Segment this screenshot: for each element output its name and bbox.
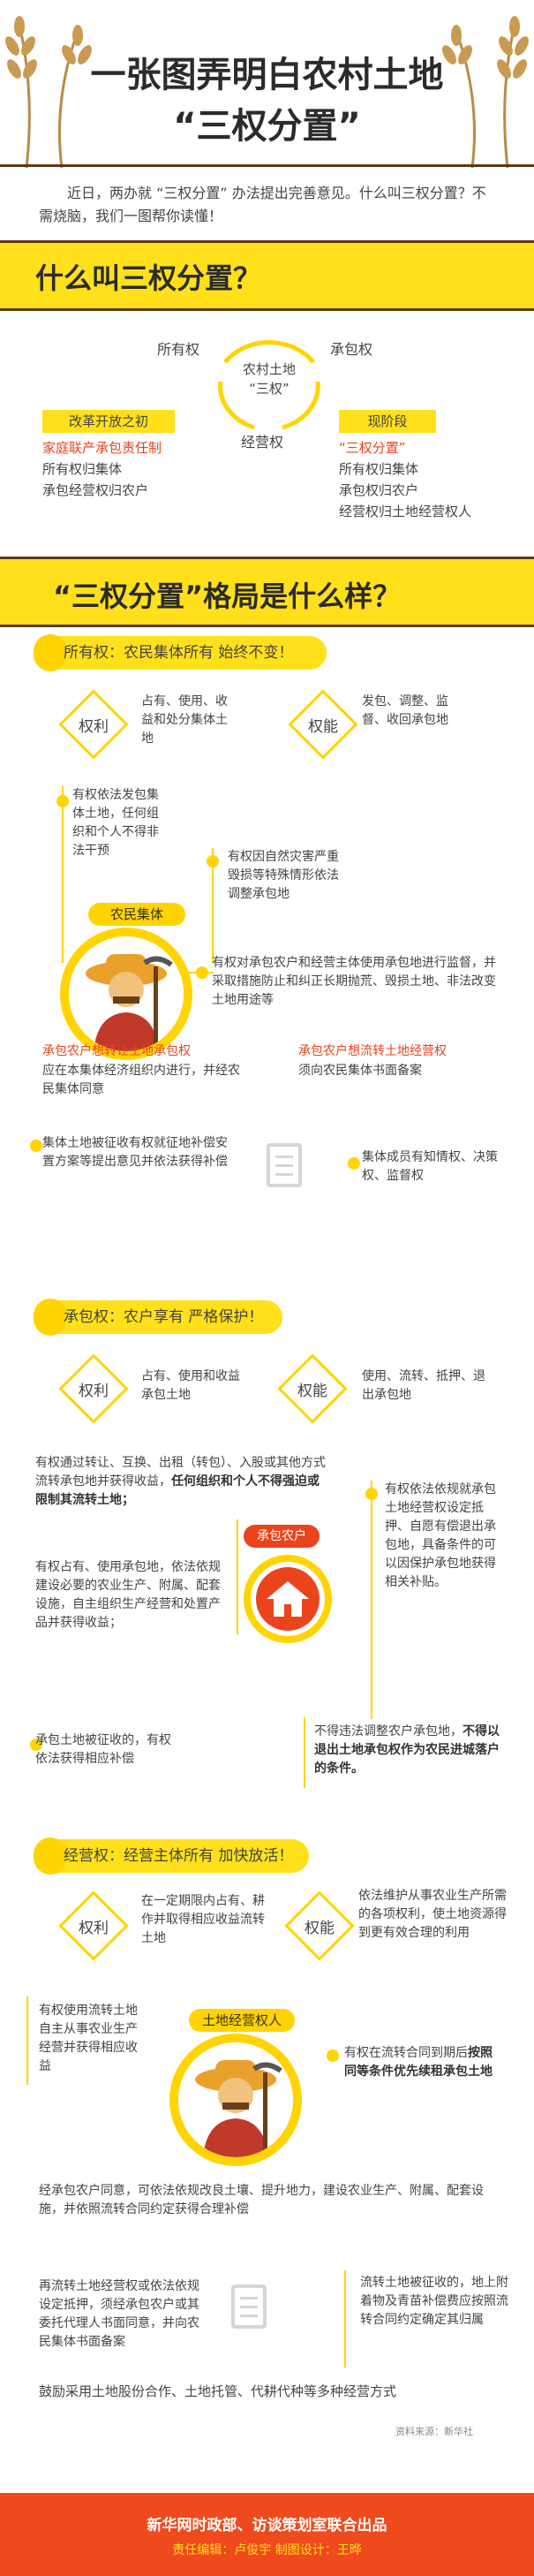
operation-right2: 流转土地被征收的，地上附着物及青苗补偿费应按照流转合同约定确定其归属	[360, 2276, 508, 2327]
operation-dot-1	[327, 2049, 339, 2062]
reform-title: 改革开放之初	[42, 410, 175, 433]
operation-right1-a: 有权在流转合同到期后	[344, 2046, 468, 2060]
operation-pill: 经营权：经营主体所有 加快放活！	[34, 1837, 309, 1875]
contract-rights-label: 权利	[79, 1383, 109, 1400]
ownership-col2-title: 承包农户想流转土地经营权	[298, 1044, 447, 1058]
contract-connector	[237, 1519, 238, 1634]
page-title-line1: 一张图弄明白农村土地	[90, 55, 444, 95]
ownership-hline-1	[187, 972, 214, 974]
land-operator-avatar	[169, 2034, 302, 2166]
pill-cap-icon	[34, 1299, 67, 1336]
operation-left2: 再流转土地经营权或依法依规设定抵押，须经承包农户或其委托代理人书面同意，并向农民…	[39, 2279, 199, 2349]
farmer-collective-avatar	[60, 928, 192, 1060]
contract-pill: 承包权：农户享有 严格保护！	[34, 1299, 282, 1336]
farmer-icon	[69, 936, 184, 1051]
section2-title: “三权分置”格局是什么样？	[53, 580, 402, 613]
header: 一张图弄明白农村土地 “三权分置”	[0, 0, 534, 177]
intro-text: 近日，两办就 “三权分置” 办法提出完善意见。什么叫三权分置？不需烧脑，我们一图…	[39, 185, 486, 224]
ownership-col1-title: 承包农户想转让土地承包权	[42, 1044, 191, 1058]
operation-left1: 有权使用流转土地自主从事农业生产经营并获得相应收益	[39, 2004, 138, 2073]
contract-dot-1	[365, 1488, 378, 1500]
section1-title: 什么叫三权分置？	[35, 261, 262, 295]
operation-connector-2	[344, 2270, 346, 2368]
ownership-avatar-label: 农民集体	[88, 903, 185, 926]
farmhouse-icon	[256, 1567, 320, 1631]
ownership-col1-text: 应在本集体经济组织内进行，并经农民集体同意	[42, 1064, 240, 1096]
ownership-dot-4	[30, 1140, 42, 1152]
contract-avatar-label: 承包农户	[244, 1525, 320, 1548]
contract-powers-text: 使用、流转、抵押、退出承包地	[362, 1369, 485, 1402]
document-icon-1	[267, 1143, 302, 1187]
ownership-dot-2	[207, 855, 219, 868]
ownership-rights-label: 权利	[79, 718, 109, 736]
contract-right1: 有权依法依规就承包土地经营权设定抵押、自愿有偿退出承包地，具备条件的可以因保护承…	[385, 1482, 496, 1589]
contract-right2: 不得违法调整农户承包地，不得以退出土地承包权作为农民进城落户的条件。	[314, 1723, 508, 1778]
diagram-center-line2: “三权”	[249, 381, 290, 397]
operation-powers-text: 依法维护从事农业生产所需的各项权利，使土地资源得到更有效合理的利用	[358, 1889, 507, 1940]
current-item-1: 所有权归集体	[339, 461, 419, 477]
operation-rights-text: 在一定期限内占有、耕作并取得相应收益流转土地	[141, 1894, 265, 1945]
contract-household-avatar	[244, 1555, 332, 1643]
ownership-pill-label: 所有权：农民集体所有 始终不变！	[64, 644, 294, 662]
footer-line2: 责任编辑：卢俊宇 制图设计：王晔	[172, 2543, 362, 2557]
reform-item-1: 所有权归集体	[42, 461, 123, 477]
current-item-2: 承包权归农户	[339, 482, 419, 498]
ownership-powers-label: 权能	[308, 718, 338, 736]
diagram-right-label: 承包权	[330, 341, 373, 358]
ownership-right1: 有权因自然灾害严重毁损等特殊情形依法调整承包地	[228, 850, 339, 901]
contract-connector-2	[371, 1481, 372, 1719]
operation-connector	[26, 1996, 28, 2085]
page-title-line2: “三权分置”	[173, 106, 361, 147]
current-item-0: “三权分置”	[339, 440, 406, 456]
reform-item-0: 家庭联产承包责任制	[42, 440, 162, 456]
source-note: 资料来源：新华社	[395, 2426, 473, 2437]
ownership-dot-5	[348, 1157, 360, 1170]
operation-avatar-label: 土地经营权人	[189, 2009, 295, 2032]
ownership-right3: 集体成员有知情权、决策权、监督权	[362, 1150, 498, 1183]
contract-left3: 承包土地被征收的，有权依法获得相应补偿	[35, 1733, 171, 1766]
footer-line1: 新华网时政部、访谈策划室联合出品	[147, 2517, 387, 2534]
ownership-connector	[62, 786, 64, 963]
ownership-right2: 有权对承包农户和经营主体使用承包地进行监督，并采取措施防止和纠正长期抛荒、毁损土…	[212, 956, 496, 1007]
ownership-pill: 所有权：农民集体所有 始终不变！	[34, 634, 327, 671]
operation-powers-label: 权能	[305, 1920, 335, 1937]
ownership-powers-text: 发包、调整、监督、收回承包地	[362, 694, 448, 727]
footer: 新华网时政部、访谈策划室联合出品 责任编辑：卢俊宇 制图设计：王晔	[0, 2493, 534, 2576]
contract-connector-3	[304, 1717, 305, 1788]
contract-rights-text: 占有、使用和收益承包土地	[141, 1369, 240, 1402]
ownership-dot-1	[56, 795, 69, 807]
operation-rights-label: 权利	[79, 1920, 109, 1937]
document-icon-2	[231, 2284, 267, 2329]
contract-left2: 有权占有、使用承包地，依法依规建设必要的农业生产、附属、配套设施，自主组织生产经…	[35, 1560, 221, 1630]
ownership-rights-text: 占有、使用、收益和处分集体土地	[141, 694, 228, 746]
farmer-icon	[178, 2042, 293, 2157]
pill-cap-icon	[34, 634, 67, 671]
header-separator	[0, 164, 534, 167]
ownership-left1: 有权依法发包集体土地，任何组织和个人不得非法干预	[72, 788, 159, 858]
contract-left1: 有权通过转让、互换、出租（转包）、入股或其他方式流转承包地并获得收益，任何组织和…	[35, 1454, 327, 1510]
diagram-center-line1: 农村土地	[242, 361, 296, 377]
reform-item-2: 承包经营权归农户	[42, 482, 149, 498]
ownership-left3: 集体土地被征收有权就征地补偿安置方案等提出意见并依法获得补偿	[42, 1136, 228, 1169]
current-item-3: 经营权归土地经营权人	[339, 504, 472, 519]
diagram-left-label: 所有权	[157, 341, 200, 358]
contract-pill-label: 承包权：农户享有 严格保护！	[64, 1308, 264, 1326]
current-title: 现阶段	[339, 410, 436, 433]
pill-cap-icon	[34, 1837, 67, 1875]
operation-pill-label: 经营权：经营主体所有 加快放活！	[64, 1847, 294, 1865]
operation-right1: 有权在流转合同到期后按照同等条件优先续租承包土地	[344, 2044, 503, 2081]
diagram-bottom-label: 经营权	[241, 434, 284, 451]
contract-powers-label: 权能	[297, 1383, 327, 1400]
operation-closing: 鼓励采用土地股份合作、土地托管、代耕代种等多种经营方式	[39, 2383, 397, 2399]
operation-full1: 经承包农户同意，可依法依规改良土壤、提升地力，建设农业生产、附属、配套设施，并依…	[39, 2184, 484, 2216]
ownership-col2-text: 须向农民集体书面备案	[298, 1064, 422, 1078]
contract-right2-a: 不得违法调整农户承包地，	[314, 1724, 463, 1739]
